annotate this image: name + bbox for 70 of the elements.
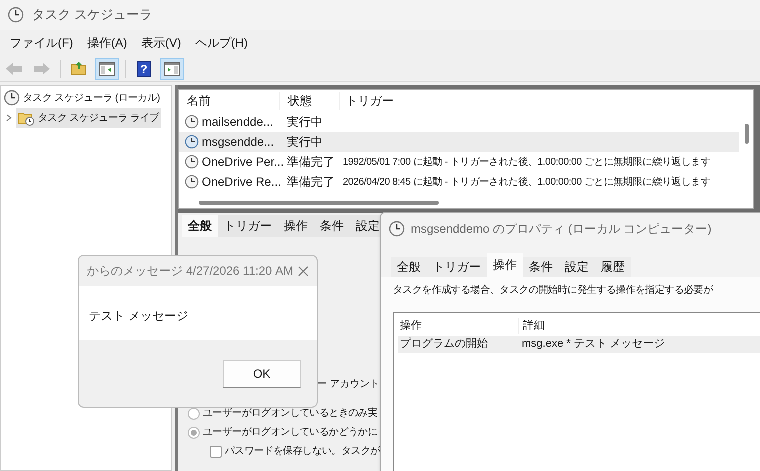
task-name: OneDrive Per... xyxy=(202,154,284,171)
clock-icon xyxy=(8,7,24,23)
tab[interactable]: トリガー xyxy=(427,257,487,277)
task-name: OneDrive Re... xyxy=(202,174,282,191)
task-trigger: 2026/04/20 8:45 に起動 - トリガーされた後、1.00:00:00 ごとに無期限に繰り返します xyxy=(342,176,710,190)
column-header[interactable]: 詳細 xyxy=(518,318,760,334)
tree-item[interactable]: タスク スケジューラ (ローカル) xyxy=(1,88,171,108)
task-status: 実行中 xyxy=(286,134,324,151)
tab[interactable]: 全般 xyxy=(182,215,218,237)
task-name: msgsendde... xyxy=(202,134,274,151)
clock-icon xyxy=(185,155,199,169)
tab[interactable]: 履歴 xyxy=(595,257,631,277)
pane-icon xyxy=(99,62,115,76)
tab[interactable]: 操作 xyxy=(278,215,314,237)
horizontal-scrollbar[interactable] xyxy=(199,201,439,205)
tab[interactable]: 条件 xyxy=(314,215,350,237)
column-header[interactable]: 名前 xyxy=(179,92,279,110)
pane-icon xyxy=(164,62,180,76)
toolbar-button[interactable] xyxy=(95,58,119,80)
menu-item[interactable]: ファイル(F) xyxy=(10,34,74,52)
option-label: パスワードを保存しない。タスクが xyxy=(225,445,380,459)
clock-icon xyxy=(185,115,199,129)
radio-button[interactable] xyxy=(188,408,200,420)
dialog-title: msgsenddemo のプロパティ (ローカル コンピューター) xyxy=(411,221,712,238)
task-name: mailsendde... xyxy=(202,114,274,131)
checkbox[interactable] xyxy=(210,446,222,458)
task-status: 準備完了 xyxy=(286,174,336,191)
task-status: 実行中 xyxy=(286,114,324,131)
dialog-message: テスト メッセージ xyxy=(89,308,188,325)
dialog-title: からのメッセージ 4/27/2026 11:20 AM xyxy=(87,263,294,280)
radio-button[interactable] xyxy=(188,426,200,438)
vertical-scrollbar[interactable] xyxy=(745,124,749,144)
action-details: msg.exe * テスト メッセージ xyxy=(521,337,666,352)
task-row[interactable]: OneDrive Per... 準備完了 1992/05/01 7:00 に起動 - トリガーされた後、1.00:00:00 ごとに無期限に繰り返します xyxy=(179,152,739,172)
column-header[interactable]: 状態 xyxy=(279,92,339,110)
toolbar-button[interactable] xyxy=(160,58,184,80)
tab[interactable]: 設定 xyxy=(559,257,595,277)
column-header[interactable]: 操作 xyxy=(398,318,518,334)
task-row[interactable]: OneDrive Re... 準備完了 2026/04/20 8:45 に起動 - トリガーされた後、1.00:00:00 ごとに無期限に繰り返します xyxy=(179,172,739,192)
clock-icon xyxy=(185,175,199,189)
back-arrow-icon xyxy=(5,62,23,76)
option-label: ユーザーがログオンしているときのみ実 xyxy=(203,406,378,421)
window-title: タスク スケジューラ xyxy=(32,6,153,24)
task-trigger: 1992/05/01 7:00 に起動 - トリガーされた後、1.00:00:00 ごとに無期限に繰り返します xyxy=(342,156,710,170)
close-icon[interactable] xyxy=(298,266,309,276)
forward-arrow-icon xyxy=(33,62,51,76)
help-icon: ? xyxy=(137,60,151,76)
menu-item[interactable]: ヘルプ(H) xyxy=(195,34,248,52)
action-type: プログラムの開始 xyxy=(399,336,489,352)
toolbar-button[interactable]: ? xyxy=(132,58,156,80)
clock-icon xyxy=(185,135,199,149)
tree-item[interactable]: タスク スケジューラ ライブ xyxy=(16,108,162,128)
account-label: ー アカウント xyxy=(317,378,380,392)
option-label: ユーザーがログオンしているかどうかに xyxy=(203,426,378,440)
tab[interactable]: トリガー xyxy=(218,215,278,237)
tab[interactable]: 条件 xyxy=(523,257,559,277)
folder-up-icon xyxy=(71,61,87,76)
task-row[interactable]: mailsendde... 実行中 xyxy=(179,112,739,132)
folder-clock-icon xyxy=(18,110,35,126)
tab[interactable]: 全般 xyxy=(391,257,427,277)
description-text: タスクを作成する場合、タスクの開始時に発生する操作を指定する必要が xyxy=(393,284,714,298)
task-row[interactable]: msgsendde... 実行中 xyxy=(179,132,739,152)
action-row[interactable]: プログラムの開始 msg.exe * テスト メッセージ xyxy=(398,336,760,353)
clock-icon xyxy=(4,90,20,106)
menu-item[interactable]: 表示(V) xyxy=(141,34,182,52)
menu-item[interactable]: 操作(A) xyxy=(87,34,128,52)
clock-icon xyxy=(389,221,405,237)
tab[interactable]: 操作 xyxy=(487,253,523,277)
column-header[interactable]: トリガー xyxy=(339,92,739,110)
ok-button[interactable]: OK xyxy=(223,360,301,388)
